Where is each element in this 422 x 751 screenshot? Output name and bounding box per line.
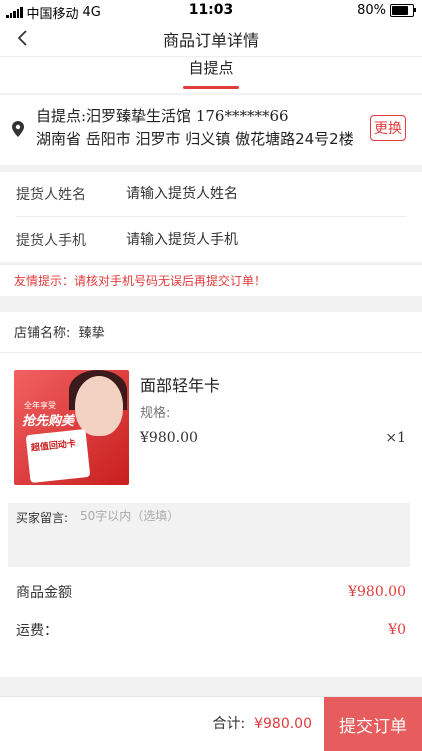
status-bar: 中国移动 4G 11:03 80% xyxy=(0,0,422,22)
pickup-point-info: 自提点:汨罗臻挚生活馆 176******66 xyxy=(36,107,289,125)
buyer-message-input[interactable] xyxy=(78,508,332,524)
active-tab-indicator xyxy=(183,86,239,89)
order-total: 合计: ¥980.00 xyxy=(212,716,312,732)
freight-value: ¥0 xyxy=(388,622,406,638)
shop-name: 店铺名称: 臻挚 xyxy=(14,326,105,341)
buyer-message-box: 买家留言: xyxy=(8,503,410,567)
divider xyxy=(0,352,422,353)
battery-icon xyxy=(390,4,416,17)
product-image[interactable]: 全年享受 抢先购美 超值回动卡 xyxy=(14,370,129,485)
pickup-person-form: 提货人姓名 提货人手机 xyxy=(0,172,422,262)
freight-row: 运费： ¥0 xyxy=(16,612,406,648)
pickup-phone-label: 提货人手机 xyxy=(16,233,86,249)
goods-amount-value: ¥980.00 xyxy=(348,584,406,600)
goods-amount-row: 商品金额 ¥980.00 xyxy=(16,574,406,610)
location-pin-icon xyxy=(12,121,24,137)
submit-order-button[interactable]: 提交订单 xyxy=(324,697,422,751)
pickup-address: 湖南省 岳阳市 汨罗市 归义镇 傲花塘路24号2楼 xyxy=(36,130,354,148)
change-pickup-button[interactable]: 更换 xyxy=(370,115,406,141)
goods-amount-label: 商品金额 xyxy=(16,585,72,601)
buyer-message-label: 买家留言: xyxy=(16,511,69,525)
freight-label: 运费： xyxy=(16,623,58,639)
product-quantity: ×1 xyxy=(385,430,406,446)
divider xyxy=(16,216,406,217)
order-section: 店铺名称: 臻挚 全年享受 抢先购美 超值回动卡 面部轻年卡 规格: ¥980.… xyxy=(0,312,422,677)
pickup-phone-input[interactable] xyxy=(124,231,348,249)
pickup-phone-row: 提货人手机 xyxy=(16,218,406,262)
product-price: ¥980.00 xyxy=(140,430,198,446)
pickup-name-input[interactable] xyxy=(124,185,348,203)
pickup-name-row: 提货人姓名 xyxy=(16,172,406,216)
product-spec: 规格: xyxy=(140,406,171,421)
page-title: 商品订单详情 xyxy=(162,31,259,50)
delivery-tabs: 自提点 xyxy=(0,56,422,93)
product-name: 面部轻年卡 xyxy=(140,376,221,395)
pickup-address-card: 自提点:汨罗臻挚生活馆 176******66 湖南省 岳阳市 汨罗市 归义镇 … xyxy=(0,95,422,165)
checkout-bar: 合计: ¥980.00 提交订单 xyxy=(0,696,422,751)
tab-pickup-point[interactable]: 自提点 xyxy=(0,57,422,78)
battery-percent: 80% xyxy=(357,3,386,18)
pickup-name-label: 提货人姓名 xyxy=(16,187,86,203)
friendly-tip: 友情提示：请核对手机号码无误后再提交订单！ xyxy=(0,264,422,296)
nav-bar: 商品订单详情 xyxy=(0,22,422,56)
